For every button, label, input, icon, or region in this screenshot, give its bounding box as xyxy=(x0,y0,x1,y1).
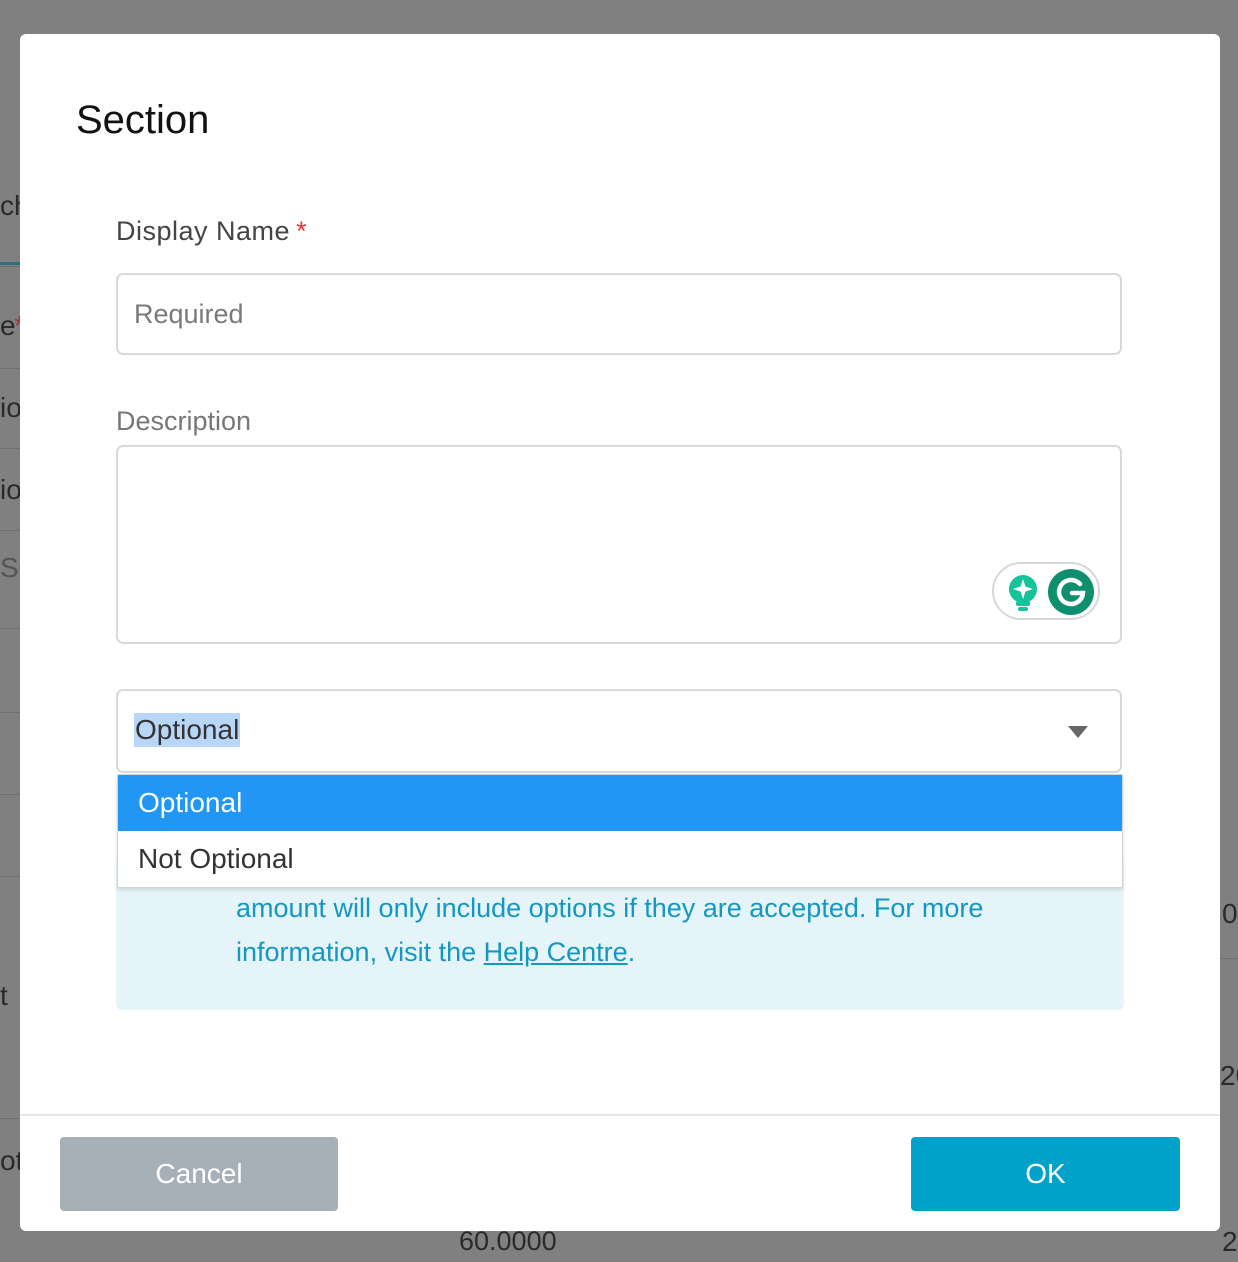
dialog-title: Section xyxy=(76,98,210,142)
bg-divider xyxy=(0,628,20,629)
bg-text-fragment: io xyxy=(0,392,22,423)
description-label: Description xyxy=(116,406,252,436)
ok-button[interactable]: OK xyxy=(911,1137,1180,1211)
footer-divider xyxy=(20,1114,1220,1116)
grammarly-widget[interactable] xyxy=(992,562,1100,620)
grammarly-icon[interactable] xyxy=(1048,569,1094,615)
bg-text-fragment: 20 xyxy=(1220,1060,1238,1091)
bg-text-fragment: 0 xyxy=(1222,898,1238,929)
option-not-optional[interactable]: Not Optional xyxy=(118,831,1122,887)
optional-select[interactable]: Optional xyxy=(116,689,1122,773)
cancel-button[interactable]: Cancel xyxy=(60,1137,338,1211)
optional-dropdown-menu: Optional Not Optional xyxy=(117,774,1123,888)
display-name-label-text: Display Name xyxy=(116,216,291,246)
required-indicator: * xyxy=(296,216,308,246)
bg-divider xyxy=(0,448,20,449)
bg-divider xyxy=(0,794,20,795)
display-name-input[interactable] xyxy=(116,273,1122,355)
optional-select-value: Optional xyxy=(134,713,241,747)
bg-text-fragment: t xyxy=(0,980,8,1011)
caret-down-icon[interactable] xyxy=(1068,726,1088,738)
bg-divider xyxy=(0,876,20,877)
lightbulb-sparkle-icon[interactable] xyxy=(1004,573,1042,613)
bg-divider xyxy=(0,368,20,369)
description-textarea[interactable] xyxy=(116,445,1122,644)
display-name-label: Display Name * xyxy=(116,216,307,247)
bg-text-fragment: io xyxy=(0,474,22,505)
section-dialog: Section Display Name* Description Option… xyxy=(20,34,1220,1231)
info-text-end: . xyxy=(627,937,636,967)
bg-tab-underline xyxy=(0,262,20,265)
bg-text-fragment: 2 xyxy=(1222,1226,1238,1257)
bg-divider xyxy=(0,712,20,713)
info-text: amount will only include options if they… xyxy=(236,886,1056,974)
option-optional[interactable]: Optional xyxy=(118,775,1122,831)
bg-divider xyxy=(0,266,20,267)
help-centre-link[interactable]: Help Centre xyxy=(484,937,628,967)
bg-divider xyxy=(1220,958,1238,959)
bg-divider xyxy=(0,530,20,531)
bg-divider xyxy=(0,1118,20,1119)
